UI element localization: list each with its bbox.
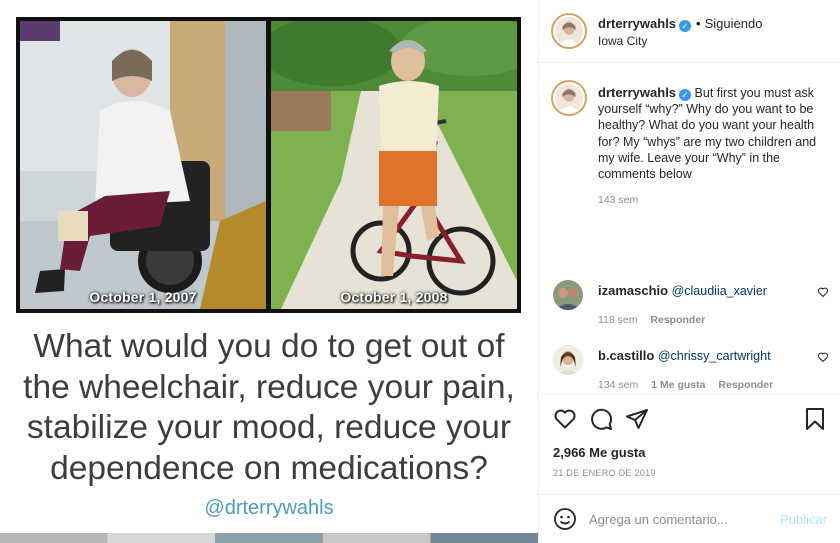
commenter-avatar[interactable]: [553, 345, 583, 375]
emoji-icon[interactable]: [553, 507, 577, 531]
after-photo: October 1, 2008: [271, 21, 517, 309]
share-icon[interactable]: [625, 407, 649, 431]
comment-mention[interactable]: @chrissy_cartwright: [658, 349, 771, 363]
comment-timestamp[interactable]: 134 sem: [598, 379, 638, 391]
comment-like-heart-icon[interactable]: [817, 351, 829, 363]
comment-likes-count[interactable]: 1 Me gusta: [651, 379, 705, 391]
heart-icon[interactable]: [553, 407, 577, 431]
reply-button[interactable]: Responder: [650, 314, 705, 326]
bookmark-icon[interactable]: [803, 407, 827, 431]
comment-meta: 118 sem Responder: [598, 314, 715, 326]
avatar[interactable]: [551, 80, 587, 116]
image-handle-text: @drterrywahls: [204, 497, 334, 519]
comment-input[interactable]: [589, 508, 774, 530]
caption-body: But first you must ask yourself “why?” W…: [598, 86, 817, 182]
before-after-photo: October 1, 2007 October 1, 2008: [16, 17, 521, 313]
verified-badge-icon: ✓: [679, 20, 692, 32]
after-date-label: October 1, 2008: [340, 289, 448, 305]
verified-badge-icon: ✓: [679, 89, 692, 101]
before-date-label: October 1, 2007: [89, 289, 197, 305]
comment-username[interactable]: izamaschio: [598, 283, 668, 298]
caption-text: drterrywahls ✓ But first you must ask you…: [598, 85, 833, 182]
comment-mention[interactable]: @claudiia_xavier: [672, 284, 767, 298]
location-link[interactable]: Iowa City: [598, 34, 647, 48]
comment-item: izamaschio @claudiia_xavier 118 sem Resp…: [539, 280, 840, 330]
before-photo: October 1, 2007: [20, 21, 266, 309]
follow-button[interactable]: Siguiendo: [705, 16, 763, 31]
comment-icon[interactable]: [589, 407, 613, 431]
post-header: drterrywahls ✓ • Siguiendo Iowa City: [539, 0, 840, 63]
add-comment-bar: Publicar: [539, 494, 840, 543]
comment-timestamp[interactable]: 118 sem: [598, 314, 638, 326]
comment-like-heart-icon[interactable]: [817, 286, 829, 298]
commenter-avatar[interactable]: [553, 280, 583, 310]
header-name-line: drterrywahls ✓ • Siguiendo: [598, 16, 762, 32]
post-side-panel: drterrywahls ✓ • Siguiendo Iowa City drterr…: [538, 0, 840, 543]
headline-line: the wheelchair, reduce your pain,: [23, 368, 515, 406]
reply-button[interactable]: Responder: [718, 379, 773, 391]
post-image[interactable]: October 1, 2007 October 1, 2008 What wou…: [0, 0, 538, 543]
post-actions: 2,966 Me gusta 21 DE ENERO DE 2019: [539, 394, 840, 494]
comment-item: b.castillo @chrissy_cartwright 134 sem 1…: [539, 345, 840, 395]
publish-button[interactable]: Publicar: [780, 512, 827, 527]
comment-meta: 134 sem 1 Me gusta Responder: [598, 379, 783, 391]
image-bottom-strip: [0, 533, 538, 543]
comment-line: b.castillo @chrissy_cartwright: [598, 348, 771, 363]
post-date[interactable]: 21 DE ENERO DE 2019: [553, 468, 656, 478]
headline-line: stabilize your mood, reduce your: [26, 409, 512, 446]
headline-line: dependence on medications?: [50, 449, 488, 487]
avatar[interactable]: [551, 13, 587, 49]
headline-line: What would you do to get out of: [33, 328, 505, 365]
comment-line: izamaschio @claudiia_xavier: [598, 283, 767, 298]
likes-count[interactable]: 2,966 Me gusta: [553, 445, 646, 460]
caption-timestamp[interactable]: 143 sem: [598, 194, 638, 206]
comment-username[interactable]: b.castillo: [598, 348, 654, 363]
image-headline: What would you do to get out of the whee…: [0, 327, 538, 489]
separator-dot: •: [696, 16, 701, 31]
caption-username[interactable]: drterrywahls: [598, 85, 676, 100]
profile-username[interactable]: drterrywahls: [598, 16, 676, 31]
